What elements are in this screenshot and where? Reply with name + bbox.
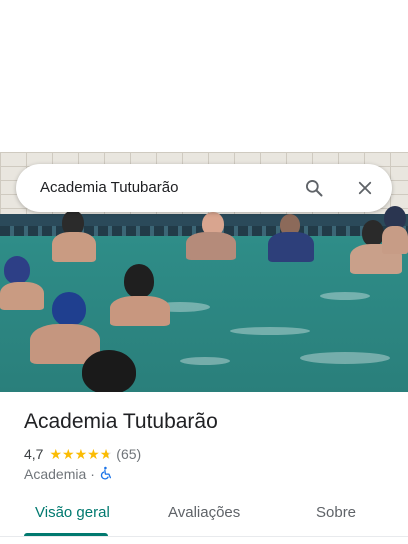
star-icon: ★ xyxy=(74,446,88,462)
search-query[interactable]: Academia Tutubarão xyxy=(40,179,178,196)
water-ripple xyxy=(320,292,370,300)
close-icon[interactable] xyxy=(353,176,377,200)
separator-dot: · xyxy=(90,466,95,482)
search-icon[interactable] xyxy=(302,176,326,200)
place-category[interactable]: Academia xyxy=(24,466,86,482)
category-row: Academia · xyxy=(24,465,113,483)
star-icon: ★ xyxy=(62,446,75,462)
search-bar[interactable]: Academia Tutubarão xyxy=(16,164,392,212)
star-icon: ★ xyxy=(49,446,63,462)
water-ripple xyxy=(230,327,310,335)
water-ripple xyxy=(180,357,230,365)
tabs-divider xyxy=(0,536,408,537)
star-icon: ★ xyxy=(87,446,100,462)
place-tabs: Visão geral Avaliações Sobre xyxy=(0,496,408,537)
water-ripple xyxy=(300,352,390,364)
place-title: Academia Tutubarão xyxy=(24,410,218,433)
rating-value: 4,7 xyxy=(24,446,44,462)
rating-row[interactable]: 4,7 ★ ★ ★ ★ ★ (65) xyxy=(24,445,141,463)
tab-about[interactable]: Sobre xyxy=(316,504,356,521)
tab-overview[interactable]: Visão geral xyxy=(35,504,110,521)
maps-place-screen: Academia Tutubarão Academia Tutubarão 4,… xyxy=(0,0,408,544)
star-icon: ★ xyxy=(99,446,113,462)
wheelchair-icon xyxy=(99,466,113,483)
tab-reviews[interactable]: Avaliações xyxy=(168,504,240,521)
rating-stars: ★ ★ ★ ★ ★ xyxy=(49,447,112,461)
review-count[interactable]: (65) xyxy=(116,446,141,462)
